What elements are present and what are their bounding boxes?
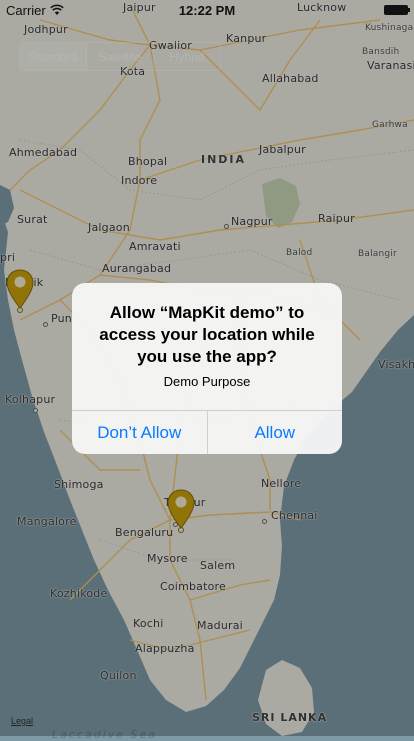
alert-button-row: Don’t Allow Allow <box>72 410 342 454</box>
status-bar: Carrier 12:22 PM <box>0 0 414 20</box>
alert-title: Allow “MapKit demo” to access your locat… <box>99 303 315 366</box>
battery-icon <box>384 5 410 15</box>
dont-allow-button[interactable]: Don’t Allow <box>72 411 208 454</box>
alert-message: Demo Purpose <box>163 374 251 389</box>
status-time: 12:22 PM <box>178 3 236 18</box>
location-permission-alert: Allow “MapKit demo” to access your locat… <box>72 283 342 454</box>
allow-button[interactable]: Allow <box>208 411 343 454</box>
